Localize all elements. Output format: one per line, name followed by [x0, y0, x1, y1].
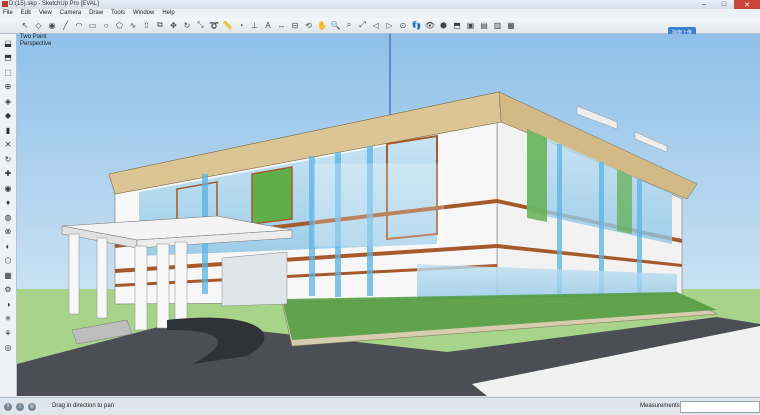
offset-icon[interactable]: ⧉ [155, 20, 165, 30]
walk-icon[interactable]: 👣 [412, 20, 422, 30]
zoom-extents-icon[interactable]: ⤢ [358, 20, 368, 30]
menu-window[interactable]: Window [130, 9, 157, 17]
main-toolbar: 拟南上传 ↖ ◇ ◉ ╱ ◠ ▭ ○ ⬠ ∿ ⇧ ⧉ ✥ ↻ ⤡ ➰ 📏 ◔ ⊥ A ↔ ⊟ ⟲ ✋ 🔍 ⌕ ⤢ ◁ ▷ ⊙ 👣 👁 ⬢ ⬒ ▣ ▤… [0, 18, 760, 37]
menu-camera[interactable]: Camera [57, 9, 84, 17]
help-icon[interactable]: ? [4, 403, 12, 411]
tool-2-icon[interactable]: ⬒ [3, 53, 13, 63]
back-view-icon[interactable]: ▥ [493, 20, 503, 30]
tool-6-icon[interactable]: ◆ [3, 111, 13, 121]
measurements-input[interactable] [680, 401, 760, 413]
rotate-icon[interactable]: ↻ [182, 20, 192, 30]
sketchup-logo-icon [2, 1, 8, 7]
right-view-icon[interactable]: ▤ [479, 20, 489, 30]
position-camera-icon[interactable]: ⊙ [398, 20, 408, 30]
tool-22-icon[interactable]: ◎ [3, 343, 13, 353]
freehand-icon[interactable]: ∿ [128, 20, 138, 30]
paint-bucket-icon[interactable]: ◉ [47, 20, 57, 30]
pan-icon[interactable]: ✋ [317, 20, 327, 30]
eraser-icon[interactable]: ◇ [34, 20, 44, 30]
tool-19-icon[interactable]: ◑ [3, 299, 13, 309]
window-title: D:(15).skp - SketchUp Pro [EVAL] [9, 1, 99, 7]
iso-view-icon[interactable]: ⬢ [439, 20, 449, 30]
tool-14-icon[interactable]: ⊗ [3, 227, 13, 237]
tool-1-icon[interactable]: ⬓ [3, 38, 13, 48]
maximize-button[interactable]: □ [714, 0, 734, 9]
tool-17-icon[interactable]: ▦ [3, 270, 13, 280]
title-bar: D:(15).skp - SketchUp Pro [EVAL] – □ ✕ [0, 0, 760, 9]
front-view-icon[interactable]: ▣ [466, 20, 476, 30]
tool-7-icon[interactable]: ▮ [3, 125, 13, 135]
push-pull-icon[interactable]: ⇧ [142, 20, 152, 30]
axes-icon[interactable]: ⊥ [250, 20, 260, 30]
rectangle-icon[interactable]: ▭ [88, 20, 98, 30]
camera-mode-label: Two Point Perspective [20, 34, 51, 48]
move-icon[interactable]: ✥ [169, 20, 179, 30]
line-icon[interactable]: ╱ [61, 20, 71, 30]
building-model-view [17, 34, 760, 396]
tool-4-icon[interactable]: ⊕ [3, 82, 13, 92]
tool-18-icon[interactable]: ⚙ [3, 285, 13, 295]
tool-12-icon[interactable]: ♦ [3, 198, 13, 208]
tool-15-icon[interactable]: ◐ [3, 241, 13, 251]
tool-10-icon[interactable]: ✚ [3, 169, 13, 179]
dimension-icon[interactable]: ↔ [277, 20, 287, 30]
zoom-icon[interactable]: 🔍 [331, 20, 341, 30]
tool-9-icon[interactable]: ↻ [3, 154, 13, 164]
protractor-icon[interactable]: ◔ [236, 20, 246, 30]
top-view-icon[interactable]: ⬒ [452, 20, 462, 30]
look-around-icon[interactable]: 👁 [425, 20, 435, 30]
arc-icon[interactable]: ◠ [74, 20, 84, 30]
tool-21-icon[interactable]: ⚘ [3, 328, 13, 338]
tool-13-icon[interactable]: ◍ [3, 212, 13, 222]
menu-edit[interactable]: Edit [18, 9, 34, 17]
left-view-icon[interactable]: ▦ [506, 20, 516, 30]
left-toolbar: ⬓ ⬒ ⬚ ⊕ ◈ ◆ ▮ ✕ ↻ ✚ ◉ ♦ ◍ ⊗ ◐ ⬡ ▦ ⚙ ◑ ✳ ⚘ ◎ [0, 34, 17, 396]
measurements-label: Measurements [640, 403, 680, 409]
circle-icon[interactable]: ○ [101, 20, 111, 30]
tool-16-icon[interactable]: ⬡ [3, 256, 13, 266]
tape-measure-icon[interactable]: 📏 [223, 20, 233, 30]
menu-file[interactable]: File [0, 9, 16, 17]
tool-20-icon[interactable]: ✳ [3, 314, 13, 324]
credits-icon[interactable]: © [28, 403, 36, 411]
menu-help[interactable]: Help [159, 9, 177, 17]
orbit-icon[interactable]: ⟲ [304, 20, 314, 30]
tool-8-icon[interactable]: ✕ [3, 140, 13, 150]
tool-11-icon[interactable]: ◉ [3, 183, 13, 193]
previous-view-icon[interactable]: ◁ [371, 20, 381, 30]
menu-draw[interactable]: Draw [86, 9, 106, 17]
next-view-icon[interactable]: ▷ [385, 20, 395, 30]
select-icon[interactable]: ↖ [20, 20, 30, 30]
tool-3-icon[interactable]: ⬚ [3, 67, 13, 77]
section-plane-icon[interactable]: ⊟ [290, 20, 300, 30]
close-button[interactable]: ✕ [734, 0, 760, 9]
follow-me-icon[interactable]: ➰ [209, 20, 219, 30]
camera-mode-line1: Two Point [20, 34, 47, 40]
menu-bar: File Edit View Camera Draw Tools Window … [0, 9, 760, 18]
camera-mode-line2: Perspective [20, 41, 52, 47]
status-bar: ? i © Drag in direction to pan Measureme… [0, 397, 760, 415]
info-icon[interactable]: i [16, 403, 24, 411]
minimize-button[interactable]: – [694, 0, 714, 9]
text-icon[interactable]: A [263, 20, 273, 30]
zoom-window-icon[interactable]: ⌕ [344, 20, 354, 30]
menu-view[interactable]: View [36, 9, 55, 17]
menu-tools[interactable]: Tools [108, 9, 128, 17]
window-controls: – □ ✕ [694, 0, 760, 9]
3d-viewport[interactable] [17, 34, 760, 396]
status-hint: Drag in direction to pan [52, 403, 115, 409]
scale-icon[interactable]: ⤡ [196, 20, 206, 30]
tool-5-icon[interactable]: ◈ [3, 96, 13, 106]
polygon-icon[interactable]: ⬠ [115, 20, 125, 30]
